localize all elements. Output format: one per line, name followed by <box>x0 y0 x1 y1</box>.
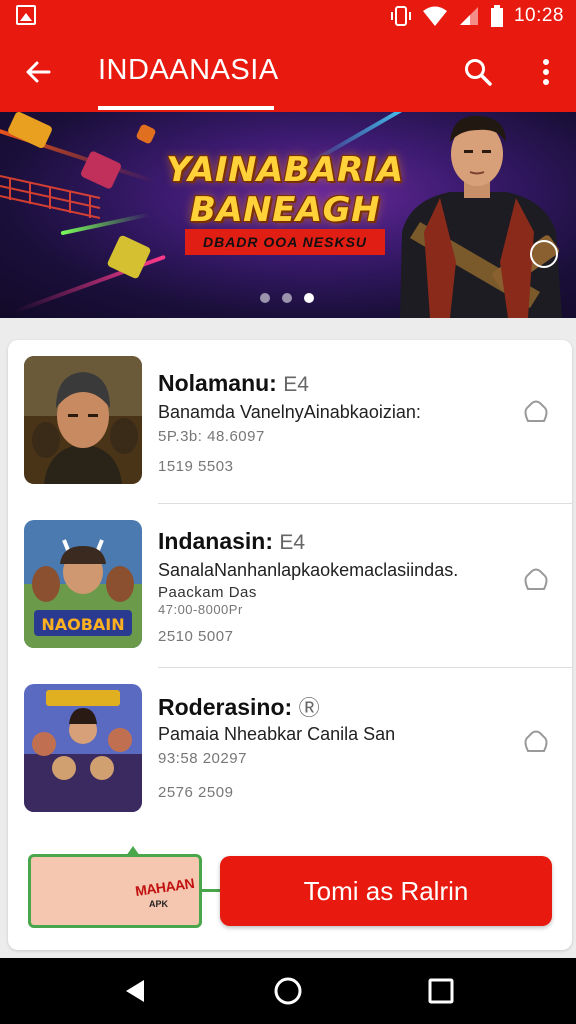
title-tab-indicator <box>98 106 274 110</box>
featured-banner[interactable]: YAINABARIA BANEAGH DBADR OOA NESKSU <box>0 112 576 318</box>
app-thumbnail <box>24 684 142 812</box>
app-meta: 5P.3b: 48.6097 <box>158 428 265 445</box>
app-title: Nolamanu: E4 <box>158 370 309 397</box>
app-description: Banamda VanelnyAinabkaoizian: <box>158 402 421 422</box>
vibrate-icon <box>390 6 411 26</box>
search-icon <box>465 59 492 86</box>
promo-logo-sub: APK <box>149 899 169 909</box>
search-button[interactable] <box>456 50 500 94</box>
favorite-button[interactable] <box>520 726 552 758</box>
list-item[interactable]: NAOBAIN Indanasin: E4 SanalaNanhanlapkao… <box>8 504 572 668</box>
banner-subtitle: DBADR OOA NESKSU <box>185 229 385 255</box>
carousel-indicator <box>260 293 314 303</box>
app-title: Indanasin: E4 <box>158 528 305 555</box>
app-developer: Paackam Das <box>158 584 257 601</box>
app-description: Pamaia Nheabkar Canila San <box>158 724 396 744</box>
app-title: Roderasino: Ⓡ <box>158 692 320 722</box>
nav-recents-icon[interactable] <box>428 978 454 1004</box>
carousel-dot[interactable] <box>282 293 292 303</box>
status-bar: 10:28 <box>0 0 576 32</box>
app-name: Indanasin: <box>158 528 274 554</box>
app-meta: 47:00-8000Pr <box>158 602 243 617</box>
content-rating: E4 <box>283 373 309 396</box>
app-stats: 2576 2509 <box>158 784 234 801</box>
content-rating: Ⓡ <box>298 697 320 720</box>
signal-icon <box>459 7 478 25</box>
app-name: Roderasino: <box>158 694 293 720</box>
nav-back-icon[interactable] <box>120 976 150 1006</box>
carousel-dot-active[interactable] <box>304 293 314 303</box>
image-notification-icon <box>16 5 36 25</box>
system-nav-bar <box>0 958 576 1024</box>
list-item[interactable]: Nolamanu: E4 Banamda VanelnyAinabkaoizia… <box>8 340 572 504</box>
overflow-menu-button[interactable] <box>524 50 568 94</box>
clock: 10:28 <box>513 5 564 26</box>
bookmark-icon <box>524 568 548 590</box>
promo-button[interactable]: MAHAAN APK <box>28 854 202 928</box>
primary-action-button[interactable]: Tomi as Ralrin <box>220 856 552 926</box>
bookmark-icon <box>524 400 548 422</box>
status-icons: 10:28 <box>390 3 564 29</box>
wifi-icon <box>422 6 447 26</box>
svg-text:NAOBAIN: NAOBAIN <box>41 615 124 634</box>
app-meta: 93:58 20297 <box>158 750 247 767</box>
arrow-left-icon <box>26 61 51 83</box>
promo-logo: MAHAAN <box>134 874 196 900</box>
more-vertical-icon <box>543 59 549 85</box>
battery-icon <box>490 5 503 27</box>
app-stats: 2510 5007 <box>158 628 234 645</box>
bookmark-icon <box>524 730 548 752</box>
app-description: SanalaNanhanlapkaokemaclasiindas. <box>158 560 459 580</box>
app-stats: 1519 5503 <box>158 458 234 475</box>
nav-home-icon[interactable] <box>273 976 303 1006</box>
carousel-dot[interactable] <box>260 293 270 303</box>
favorite-button[interactable] <box>520 564 552 596</box>
favorite-button[interactable] <box>520 396 552 428</box>
connector-line <box>202 889 222 892</box>
hero-character-image <box>400 115 562 318</box>
list-item[interactable]: Roderasino: Ⓡ Pamaia Nheabkar Canila San… <box>8 668 572 832</box>
app-thumbnail <box>24 356 142 484</box>
page-title: INDAANASIA <box>98 54 279 86</box>
back-button[interactable] <box>16 50 60 94</box>
grid-decoration <box>0 175 101 219</box>
app-bar: INDAANASIA <box>0 32 576 112</box>
content-rating: E4 <box>279 531 306 554</box>
decor <box>135 123 157 145</box>
banner-badge <box>530 240 558 268</box>
app-name: Nolamanu: <box>158 370 277 396</box>
app-thumbnail: NAOBAIN <box>24 520 142 648</box>
